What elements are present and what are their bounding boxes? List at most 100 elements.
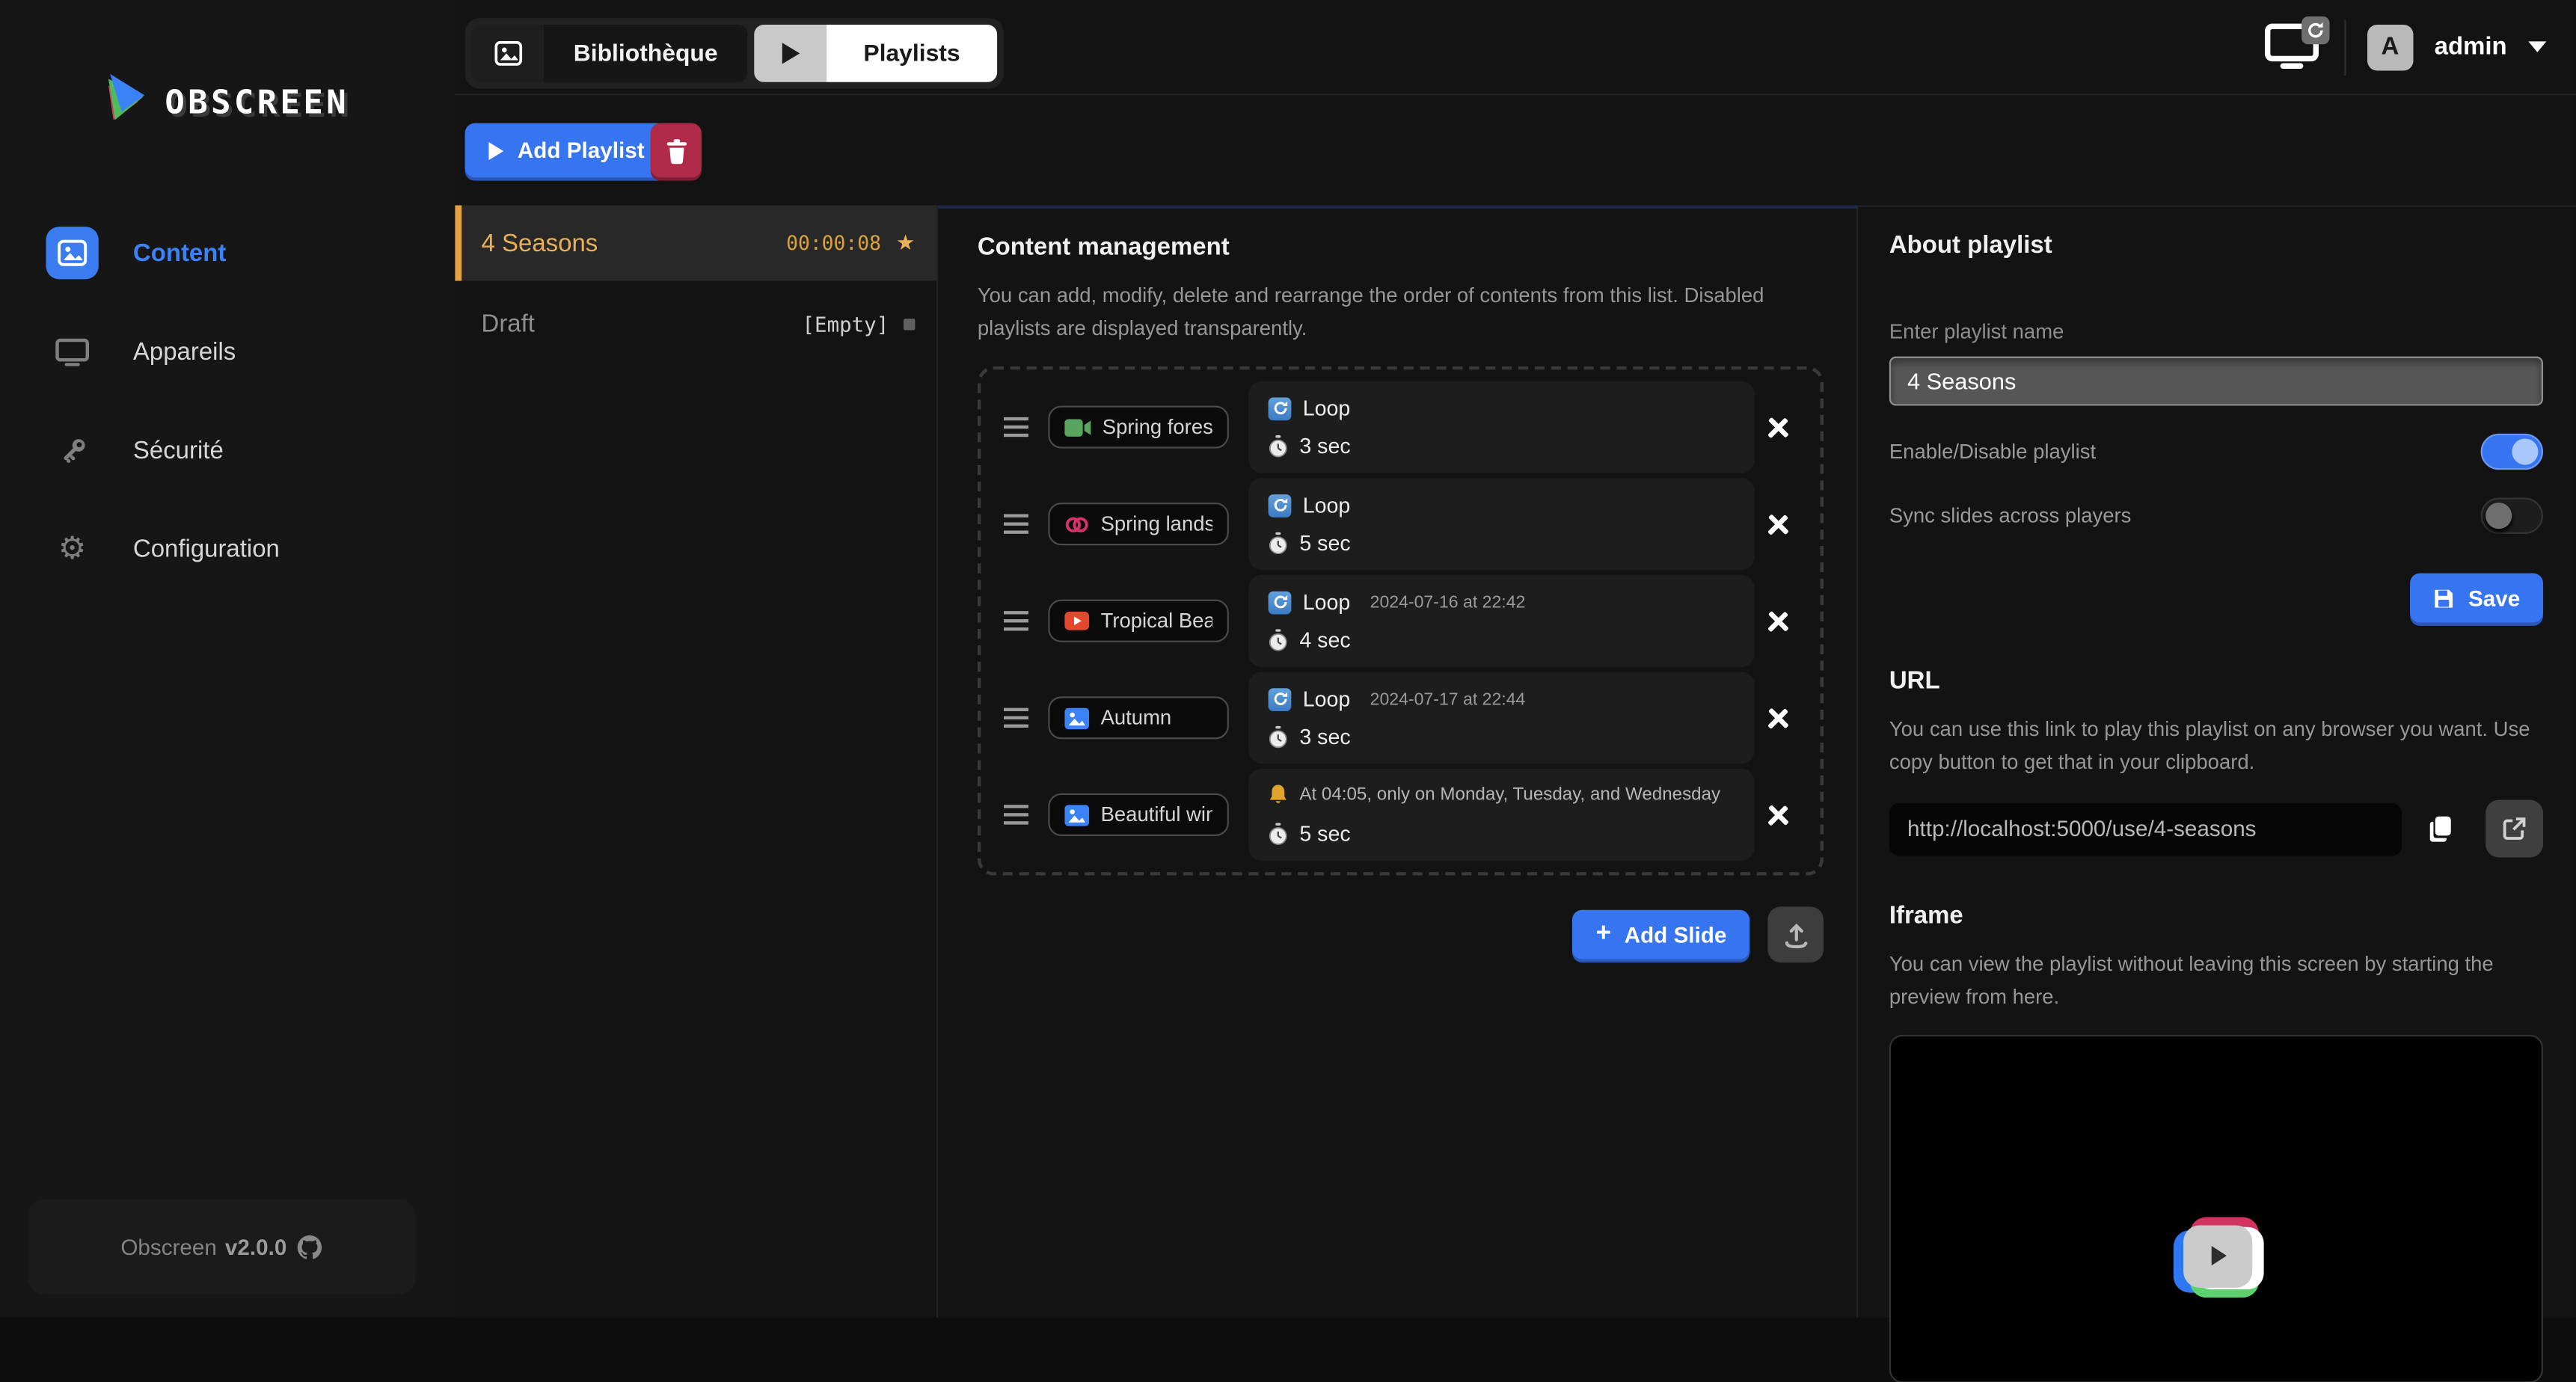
obscreen-logo-icon	[105, 73, 148, 130]
slide-chip[interactable]: Spring forest…	[1048, 406, 1229, 449]
save-label: Save	[2468, 586, 2520, 610]
github-icon[interactable]	[295, 1232, 322, 1260]
panel-title: About playlist	[1889, 232, 2543, 259]
brand-logo[interactable]: OBSCREEN	[0, 73, 455, 130]
sidebar-item-label: Sécurité	[133, 436, 224, 464]
delete-slide-button[interactable]	[1759, 603, 1795, 639]
slide-chip[interactable]: Beautiful win…	[1048, 793, 1229, 836]
slide-chip[interactable]: Tropical Bea…	[1048, 600, 1229, 642]
avatar[interactable]: A	[2367, 24, 2413, 70]
close-icon	[1766, 706, 1789, 729]
about-playlist-panel: About playlist Enter playlist name Enabl…	[1858, 206, 2576, 1318]
tab-bibliotheque[interactable]: Bibliothèque	[471, 25, 747, 82]
gear-icon: ⚙	[46, 522, 98, 574]
tab-playlists[interactable]: Playlists	[754, 25, 997, 82]
slide-schedule-card[interactable]: Loop 5 sec	[1248, 478, 1754, 570]
drag-handle-icon[interactable]	[1001, 813, 1031, 816]
loop-icon	[1269, 396, 1292, 420]
sidebar-item-label: Content	[133, 239, 226, 267]
schedule-label: Loop	[1303, 493, 1351, 518]
sidebar-item-configuration[interactable]: ⚙ Configuration	[0, 512, 455, 585]
stopwatch-icon	[1269, 725, 1288, 749]
upload-button[interactable]	[1767, 906, 1824, 962]
chevron-down-icon[interactable]	[2528, 41, 2546, 52]
slide-duration: 3 sec	[1299, 725, 1350, 749]
header-divider	[2344, 19, 2346, 75]
playlist-row-draft[interactable]: Draft [Empty]	[455, 281, 936, 366]
slide-schedule-card[interactable]: Loop 3 sec	[1248, 381, 1754, 473]
schedule-label: Loop	[1303, 687, 1351, 711]
delete-slide-button[interactable]	[1759, 506, 1795, 541]
sidebar-item-appareils[interactable]: Appareils	[0, 316, 455, 388]
slide-schedule-card[interactable]: Loop 2024-07-16 at 22:42 4 sec	[1248, 575, 1754, 667]
iframe-section-title: Iframe	[1889, 902, 2543, 930]
refresh-icon	[2301, 16, 2329, 43]
slide-name: Autumn	[1101, 706, 1172, 729]
playlist-row-4-seasons[interactable]: 4 Seasons 00:00:08 ★	[455, 206, 936, 281]
trash-icon	[664, 137, 687, 163]
add-playlist-button[interactable]: Add Playlist	[465, 123, 668, 177]
open-url-button[interactable]	[2485, 800, 2543, 858]
slide-name: Beautiful win…	[1101, 803, 1212, 826]
header-right: A admin	[2263, 0, 2546, 93]
playlist-name-label: Enter playlist name	[1889, 320, 2543, 343]
schedule-label: Loop	[1303, 590, 1351, 615]
drag-handle-icon[interactable]	[1001, 426, 1031, 429]
main-area: 4 Seasons 00:00:08 ★ Draft [Empty] Conte…	[455, 206, 2576, 1318]
panel-description: You can add, modify, delete and rearrang…	[978, 279, 1770, 345]
sidebar-item-securite[interactable]: Sécurité	[0, 414, 455, 486]
enable-playlist-toggle[interactable]	[2481, 434, 2543, 470]
enable-toggle-label: Enable/Disable playlist	[1889, 440, 2096, 464]
slide-row: Spring forest… Loop	[981, 379, 1820, 474]
image-icon	[471, 25, 544, 82]
sidebar-item-label: Configuration	[133, 535, 280, 562]
slide-schedule-card[interactable]: Loop 2024-07-17 at 22:44 3 sec	[1248, 672, 1754, 764]
content-tabs: Bibliothèque Playlists	[465, 18, 1004, 88]
sync-slides-toggle[interactable]	[2481, 498, 2543, 534]
playlist-url-input[interactable]	[1889, 802, 2402, 855]
add-slide-button[interactable]: + Add Slide	[1573, 910, 1749, 959]
close-icon	[1766, 803, 1789, 826]
url-section-description: You can use this link to play this playl…	[1889, 713, 2543, 778]
schedule-label: At 04:05, only on Monday, Tuesday, and W…	[1299, 784, 1720, 804]
username: admin	[2435, 33, 2507, 61]
slide-row: Beautiful win… At 04:05, only on Monday,…	[981, 767, 1820, 862]
iframe-section-description: You can view the playlist without leavin…	[1889, 948, 2543, 1013]
drag-handle-icon[interactable]	[1001, 619, 1031, 622]
key-icon	[46, 424, 98, 476]
playlist-name-input[interactable]	[1889, 357, 2543, 406]
slide-duration: 5 sec	[1299, 530, 1350, 555]
drag-handle-icon[interactable]	[1001, 716, 1031, 719]
playlist-name: Draft	[482, 310, 535, 337]
copy-url-button[interactable]	[2425, 811, 2456, 846]
delete-playlist-button[interactable]	[651, 123, 702, 177]
slide-name: Spring forest…	[1103, 416, 1212, 439]
top-header: Bibliothèque Playlists	[455, 0, 2576, 95]
slide-row: Spring lands… Loop	[981, 476, 1820, 571]
slide-row: Tropical Bea… Loop 2024-07-16 at 22:42	[981, 574, 1820, 669]
loop-icon	[1269, 687, 1292, 710]
close-icon	[1766, 512, 1789, 535]
drag-handle-icon[interactable]	[1001, 522, 1031, 525]
delete-slide-button[interactable]	[1759, 700, 1795, 736]
sync-toggle-label: Sync slides across players	[1889, 504, 2131, 527]
slide-duration: 4 sec	[1299, 627, 1350, 652]
delete-slide-button[interactable]	[1759, 796, 1795, 832]
image-icon	[1064, 707, 1089, 729]
preview-play-button[interactable]	[2183, 1224, 2252, 1286]
slide-chip[interactable]: Spring lands…	[1048, 503, 1229, 545]
save-button[interactable]: Save	[2411, 574, 2543, 623]
monitor-icon	[46, 325, 98, 378]
slide-chip[interactable]: Autumn	[1048, 696, 1229, 739]
add-playlist-label: Add Playlist	[518, 138, 645, 162]
play-icon	[754, 25, 827, 82]
video-icon	[1064, 418, 1091, 436]
sidebar-item-label: Appareils	[133, 337, 236, 365]
sidebar-item-content[interactable]: Content	[0, 217, 455, 289]
schedule-note: 2024-07-16 at 22:42	[1370, 592, 1526, 612]
playlist-name: 4 Seasons	[482, 229, 598, 257]
player-status-button[interactable]	[2263, 22, 2322, 72]
delete-slide-button[interactable]	[1759, 409, 1795, 445]
slide-schedule-card[interactable]: At 04:05, only on Monday, Tuesday, and W…	[1248, 769, 1754, 861]
footer-app-name: Obscreen	[120, 1235, 217, 1259]
